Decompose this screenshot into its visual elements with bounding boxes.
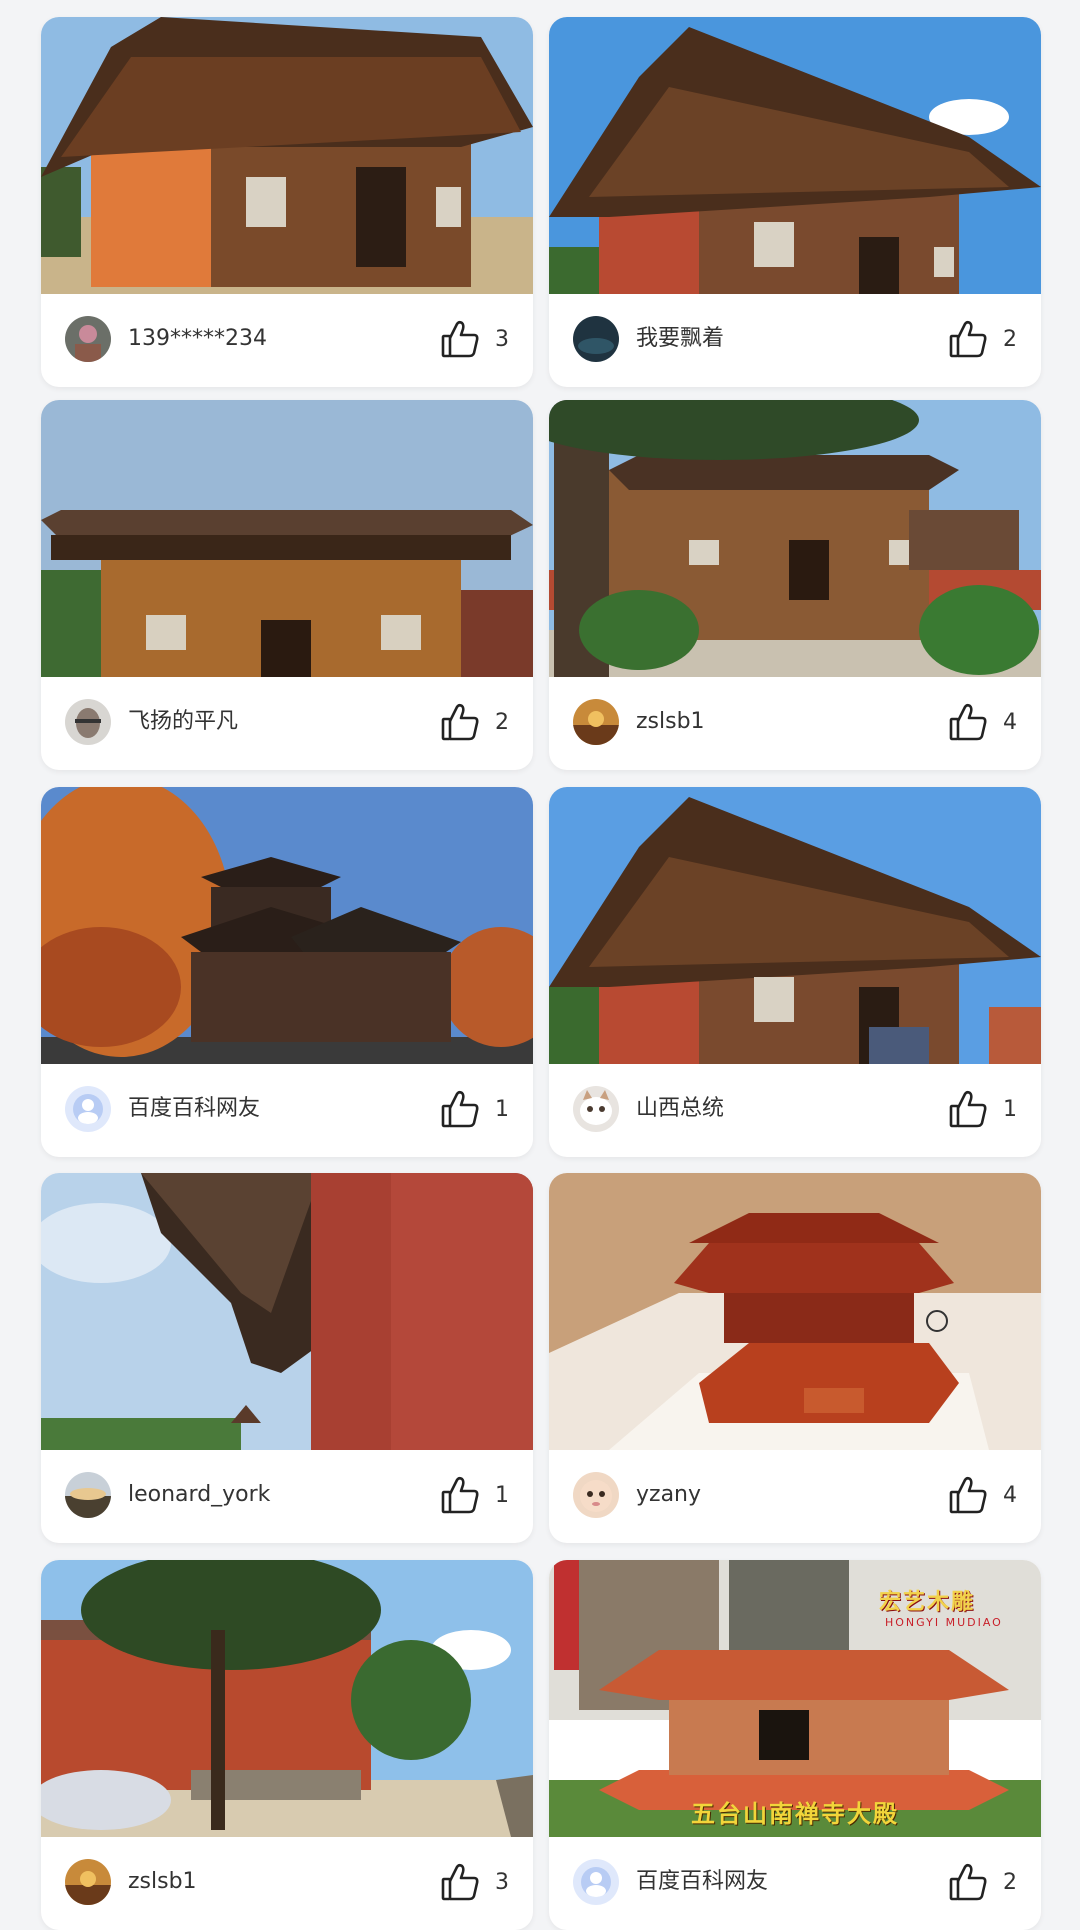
- like-button[interactable]: 4: [947, 1472, 1017, 1518]
- post-card[interactable]: 我要飘着 2: [549, 17, 1041, 387]
- post-card[interactable]: 139*****234 3: [41, 17, 533, 387]
- user-avatar[interactable]: [573, 316, 619, 362]
- like-button[interactable]: 3: [439, 1859, 509, 1905]
- like-button[interactable]: 2: [947, 1859, 1017, 1905]
- username[interactable]: 山西总统: [636, 1092, 724, 1126]
- watermark-brand-en: HONGYI MUDIAO: [885, 1616, 1003, 1629]
- post-card[interactable]: zslsb1 4: [549, 400, 1041, 770]
- thumbs-up-icon: [949, 1476, 987, 1514]
- thumbs-up-icon: [949, 1090, 987, 1128]
- thumbs-up-icon: [441, 1863, 479, 1901]
- like-count: 3: [495, 1869, 509, 1895]
- user-avatar[interactable]: [573, 1086, 619, 1132]
- username[interactable]: yzany: [636, 1478, 701, 1512]
- username[interactable]: 我要飘着: [636, 322, 724, 356]
- like-button[interactable]: 2: [947, 316, 1017, 362]
- post-card[interactable]: 百度百科网友 1: [41, 787, 533, 1157]
- thumbs-up-icon: [441, 1476, 479, 1514]
- post-feed: 139*****234 3 我要飘着 2 飞扬的平凡 2 zslsb1 4 百度…: [0, 0, 1080, 1930]
- post-photo[interactable]: [549, 400, 1041, 677]
- username[interactable]: 百度百科网友: [636, 1865, 768, 1899]
- user-avatar[interactable]: [65, 316, 111, 362]
- post-card[interactable]: 宏艺木雕 HONGYI MUDIAO 五台山南禅寺大殿 百度百科网友 2: [549, 1560, 1041, 1930]
- like-count: 1: [495, 1096, 509, 1122]
- thumbs-up-icon: [441, 320, 479, 358]
- post-photo[interactable]: [41, 400, 533, 677]
- post-card[interactable]: yzany 4: [549, 1173, 1041, 1543]
- post-photo[interactable]: [41, 787, 533, 1064]
- username[interactable]: leonard_york: [128, 1478, 270, 1512]
- thumbs-up-icon: [949, 320, 987, 358]
- like-button[interactable]: 4: [947, 699, 1017, 745]
- like-count: 4: [1003, 1482, 1017, 1508]
- post-photo[interactable]: [549, 17, 1041, 294]
- user-avatar[interactable]: [573, 699, 619, 745]
- username[interactable]: 百度百科网友: [128, 1092, 260, 1126]
- post-photo[interactable]: [41, 17, 533, 294]
- like-button[interactable]: 1: [439, 1086, 509, 1132]
- post-photo[interactable]: 宏艺木雕 HONGYI MUDIAO 五台山南禅寺大殿: [549, 1560, 1041, 1837]
- thumbs-up-icon: [949, 703, 987, 741]
- post-card[interactable]: zslsb1 3: [41, 1560, 533, 1930]
- username[interactable]: zslsb1: [128, 1865, 197, 1899]
- like-button[interactable]: 1: [439, 1472, 509, 1518]
- username[interactable]: zslsb1: [636, 705, 705, 739]
- like-count: 2: [495, 709, 509, 735]
- user-avatar[interactable]: [65, 1086, 111, 1132]
- photo-caption: 五台山南禅寺大殿: [691, 1799, 899, 1828]
- post-photo[interactable]: [549, 1173, 1041, 1450]
- username[interactable]: 飞扬的平凡: [128, 705, 238, 739]
- thumbs-up-icon: [441, 1090, 479, 1128]
- thumbs-up-icon: [949, 1863, 987, 1901]
- like-count: 3: [495, 326, 509, 352]
- like-count: 1: [1003, 1096, 1017, 1122]
- like-button[interactable]: 3: [439, 316, 509, 362]
- watermark-brand-cn: 宏艺木雕: [879, 1589, 976, 1615]
- like-button[interactable]: 1: [947, 1086, 1017, 1132]
- post-photo[interactable]: [41, 1173, 533, 1450]
- user-avatar[interactable]: [573, 1859, 619, 1905]
- user-avatar[interactable]: [65, 699, 111, 745]
- like-count: 1: [495, 1482, 509, 1508]
- like-count: 2: [1003, 326, 1017, 352]
- post-card[interactable]: leonard_york 1: [41, 1173, 533, 1543]
- user-avatar[interactable]: [573, 1472, 619, 1518]
- post-card[interactable]: 飞扬的平凡 2: [41, 400, 533, 770]
- like-count: 2: [1003, 1869, 1017, 1895]
- post-card[interactable]: 山西总统 1: [549, 787, 1041, 1157]
- username[interactable]: 139*****234: [128, 322, 267, 356]
- post-photo[interactable]: [41, 1560, 533, 1837]
- thumbs-up-icon: [441, 703, 479, 741]
- user-avatar[interactable]: [65, 1859, 111, 1905]
- like-button[interactable]: 2: [439, 699, 509, 745]
- user-avatar[interactable]: [65, 1472, 111, 1518]
- like-count: 4: [1003, 709, 1017, 735]
- post-photo[interactable]: [549, 787, 1041, 1064]
